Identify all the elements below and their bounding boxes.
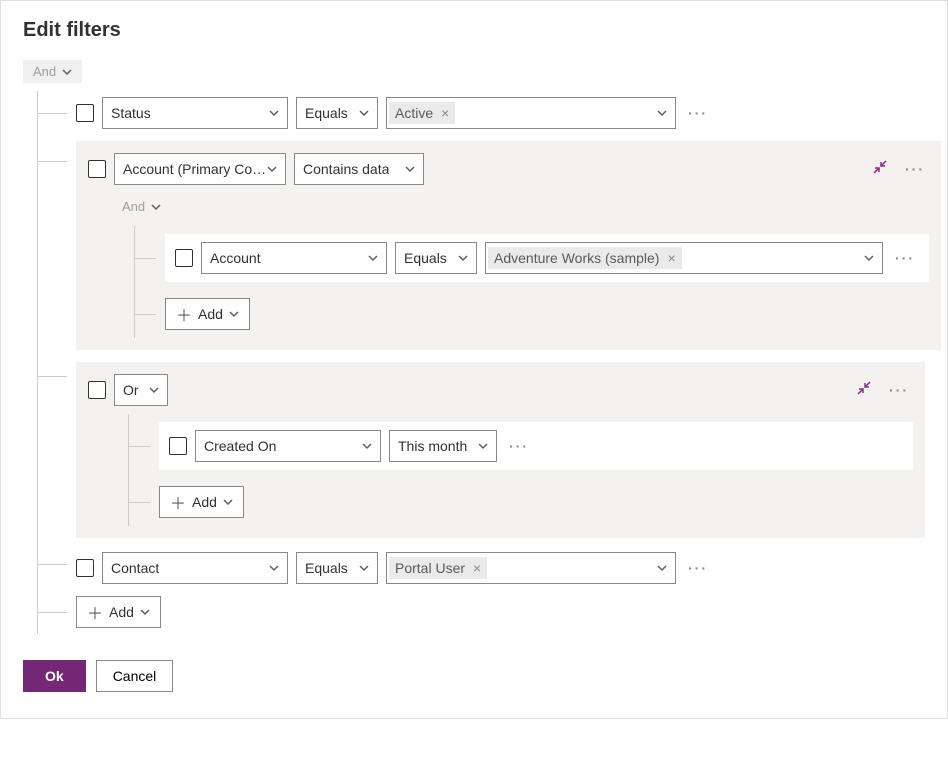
operator-label: Equals — [305, 105, 348, 121]
group-header: Or ··· — [88, 374, 913, 406]
group-more-menu[interactable]: ··· — [901, 161, 929, 177]
value-input[interactable]: Portal User × — [386, 552, 676, 584]
value-text: Portal User — [395, 560, 465, 576]
remove-tag-icon[interactable]: × — [473, 560, 481, 576]
operator-label: This month — [398, 438, 467, 454]
ok-button[interactable]: Ok — [23, 660, 86, 692]
group-logic-selector[interactable]: Or — [114, 374, 168, 406]
filter-tree: Status Equals Active × ··· — [37, 91, 925, 634]
chevron-down-icon — [229, 309, 239, 319]
chevron-down-icon — [269, 108, 279, 118]
field-selector[interactable]: Status — [102, 97, 288, 129]
entity-selector[interactable]: Account (Primary Cont… — [114, 153, 286, 185]
condition-row: Created On This month ··· — [129, 414, 913, 478]
field-label: Created On — [204, 438, 276, 454]
operator-label: Equals — [305, 560, 348, 576]
group-logic-label: Or — [123, 382, 139, 398]
chevron-down-icon — [267, 164, 277, 174]
value-tag: Active × — [389, 102, 455, 124]
edit-filters-dialog: Edit filters And Status Equals Active — [0, 0, 948, 719]
add-button[interactable]: ＋ Add — [76, 596, 161, 628]
row-more-menu[interactable]: ··· — [684, 105, 712, 121]
add-condition-row: ＋ Add — [38, 590, 925, 634]
collapse-icon[interactable] — [869, 160, 891, 179]
row-checkbox[interactable] — [76, 104, 94, 122]
chevron-down-icon — [151, 202, 161, 212]
operator-selector[interactable]: Contains data — [294, 153, 424, 185]
chevron-down-icon — [223, 497, 233, 507]
dialog-title: Edit filters — [23, 19, 925, 42]
entity-label: Account (Primary Cont… — [123, 161, 267, 177]
row-checkbox[interactable] — [76, 559, 94, 577]
chevron-down-icon — [149, 385, 159, 395]
condition-row: Account Equals Adventure Works (sample) — [135, 226, 929, 290]
chevron-down-icon — [62, 67, 72, 77]
group-header: Account (Primary Cont… Contains data ··· — [88, 153, 929, 185]
field-label: Account — [210, 250, 261, 266]
group-logic-label: And — [122, 199, 145, 214]
field-selector[interactable]: Contact — [102, 552, 288, 584]
remove-tag-icon[interactable]: × — [667, 250, 675, 266]
row-more-menu[interactable]: ··· — [684, 560, 712, 576]
row-checkbox[interactable] — [88, 381, 106, 399]
row-checkbox[interactable] — [175, 249, 193, 267]
field-label: Contact — [111, 560, 159, 576]
remove-tag-icon[interactable]: × — [441, 105, 449, 121]
value-text: Adventure Works (sample) — [494, 250, 659, 266]
nested-tree: Created On This month ··· — [128, 414, 913, 526]
field-selector[interactable]: Account — [201, 242, 387, 274]
root-logic-label: And — [33, 64, 56, 79]
value-input[interactable]: Active × — [386, 97, 676, 129]
nested-tree: Account Equals Adventure Works (sample) — [134, 226, 929, 338]
chevron-down-icon — [269, 563, 279, 573]
group-more-menu[interactable]: ··· — [885, 382, 913, 398]
chevron-down-icon — [864, 253, 874, 263]
add-label: Add — [109, 604, 134, 620]
plus-icon: ＋ — [87, 600, 103, 624]
add-label: Add — [198, 306, 223, 322]
collapse-icon[interactable] — [853, 381, 875, 400]
operator-selector[interactable]: Equals — [296, 552, 378, 584]
chevron-down-icon — [368, 253, 378, 263]
cancel-button[interactable]: Cancel — [96, 660, 174, 692]
or-group: Or ··· Created On — [38, 350, 925, 538]
row-more-menu[interactable]: ··· — [505, 438, 533, 454]
add-button[interactable]: ＋ Add — [165, 298, 250, 330]
chevron-down-icon — [405, 164, 415, 174]
add-label: Add — [192, 494, 217, 510]
chevron-down-icon — [657, 108, 667, 118]
condition-row: Status Equals Active × ··· — [38, 91, 925, 135]
add-condition-row: ＋ Add — [135, 290, 929, 338]
value-input[interactable]: Adventure Works (sample) × — [485, 242, 883, 274]
chevron-down-icon — [657, 563, 667, 573]
root-logic-selector[interactable]: And — [23, 60, 82, 83]
chevron-down-icon — [362, 441, 372, 451]
chevron-down-icon — [140, 607, 150, 617]
plus-icon: ＋ — [176, 302, 192, 326]
condition-row: Contact Equals Portal User × ··· — [38, 538, 925, 590]
add-button[interactable]: ＋ Add — [159, 486, 244, 518]
operator-label: Contains data — [303, 161, 389, 177]
field-selector[interactable]: Created On — [195, 430, 381, 462]
related-entity-group: Account (Primary Cont… Contains data ··· — [38, 135, 925, 350]
operator-selector[interactable]: Equals — [395, 242, 477, 274]
row-checkbox[interactable] — [169, 437, 187, 455]
row-checkbox[interactable] — [88, 160, 106, 178]
operator-selector[interactable]: Equals — [296, 97, 378, 129]
row-more-menu[interactable]: ··· — [891, 250, 919, 266]
operator-selector[interactable]: This month — [389, 430, 497, 462]
group-logic-selector[interactable]: And — [122, 195, 171, 218]
value-text: Active — [395, 105, 433, 121]
add-condition-row: ＋ Add — [129, 478, 913, 526]
plus-icon: ＋ — [170, 490, 186, 514]
value-tag: Portal User × — [389, 557, 487, 579]
chevron-down-icon — [359, 108, 369, 118]
value-tag: Adventure Works (sample) × — [488, 247, 682, 269]
chevron-down-icon — [458, 253, 468, 263]
chevron-down-icon — [359, 563, 369, 573]
operator-label: Equals — [404, 250, 447, 266]
dialog-buttons: Ok Cancel — [23, 660, 925, 692]
field-label: Status — [111, 105, 151, 121]
chevron-down-icon — [478, 441, 488, 451]
